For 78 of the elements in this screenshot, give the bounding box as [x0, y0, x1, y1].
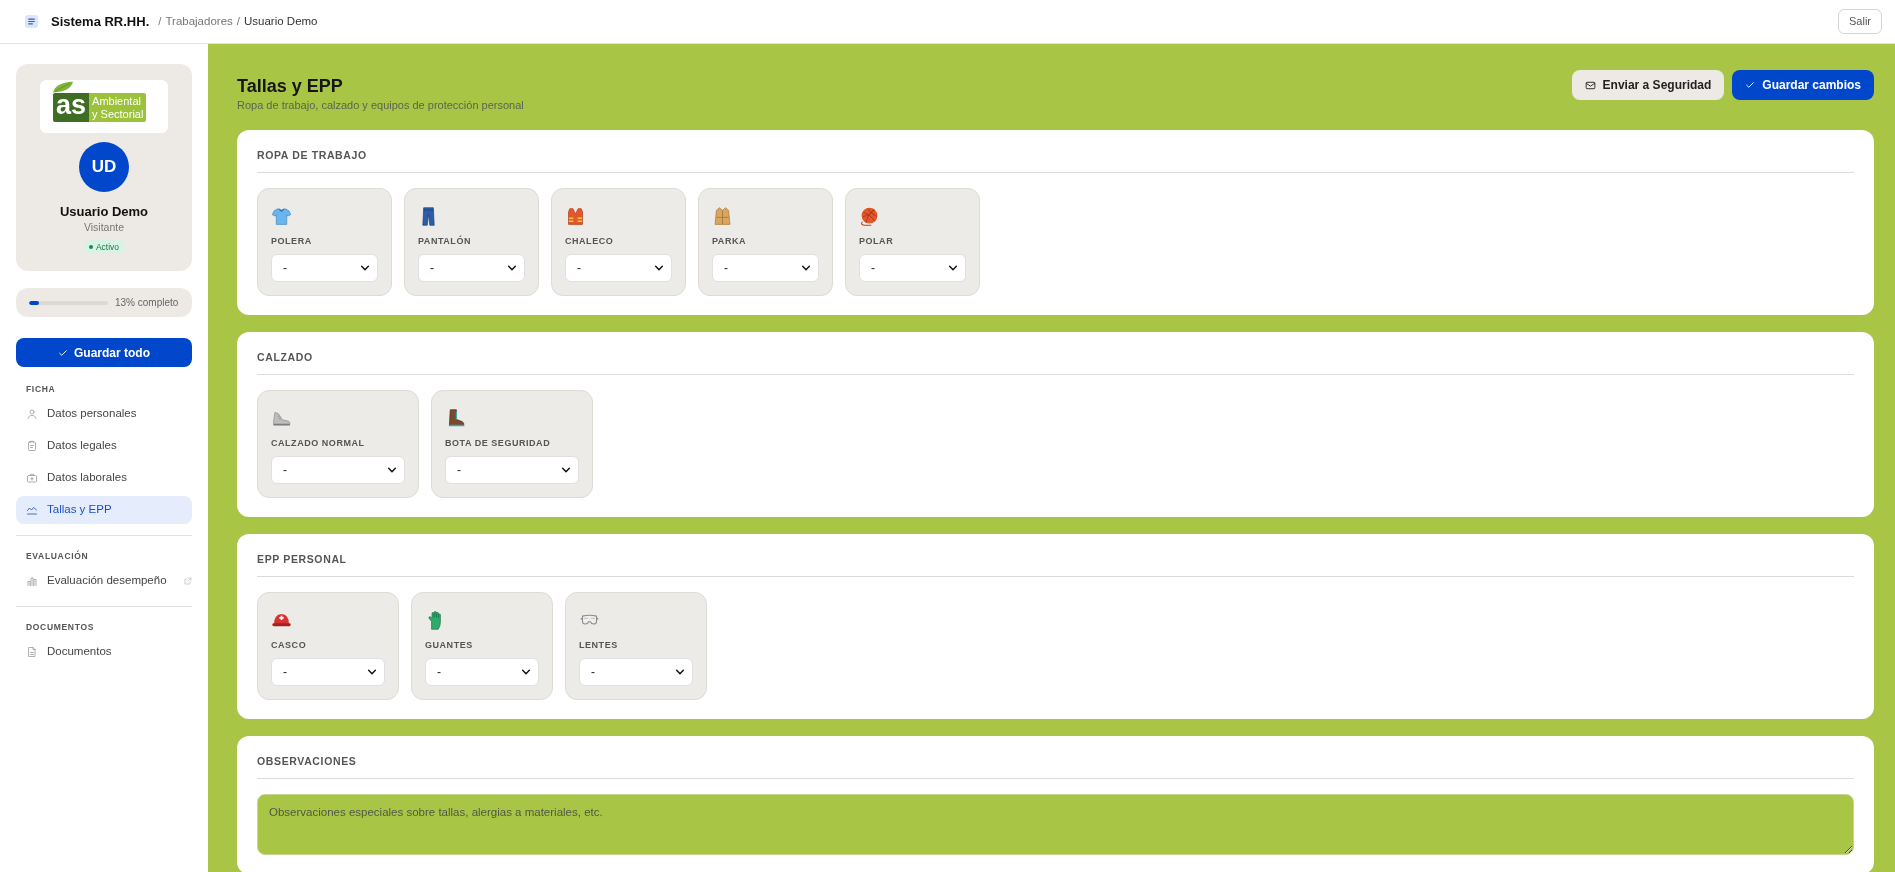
send-button[interactable]: Enviar a Seguridad	[1571, 70, 1725, 100]
nav-item[interactable]: Tallas y EPP	[16, 496, 192, 524]
mail-icon	[1584, 79, 1596, 91]
briefcase-icon	[26, 472, 38, 484]
breadcrumb-separator: /	[158, 13, 162, 29]
item-label: PANTALÓN	[418, 236, 472, 247]
status-label: Activo	[95, 242, 120, 252]
menu-icon[interactable]	[25, 15, 38, 28]
line-chart-icon	[26, 504, 38, 516]
logout-button[interactable]: Salir	[1838, 9, 1882, 34]
item-label: CALZADO NORMAL	[271, 438, 366, 449]
chevron-down-icon	[948, 263, 958, 273]
size-select[interactable]: -	[271, 658, 385, 686]
chevron-down-icon	[360, 263, 370, 273]
section-heading: OBSERVACIONES	[257, 754, 358, 768]
size-select[interactable]: -	[712, 254, 819, 282]
section-heading: ROPA DE TRABAJO	[257, 148, 368, 162]
chevron-down-icon	[507, 263, 517, 273]
size-select[interactable]: -	[859, 254, 966, 282]
progress-label: 13% completo	[115, 296, 179, 310]
chevron-down-icon	[367, 667, 377, 677]
size-select[interactable]: -	[271, 254, 378, 282]
page-title: Tallas y EPP	[237, 75, 343, 97]
item-label: BOTA DE SEGURIDAD	[445, 438, 552, 449]
document-icon	[26, 646, 38, 658]
section-heading: EPP PERSONAL	[257, 552, 348, 566]
bar-chart-icon	[26, 575, 38, 587]
coat-icon	[712, 206, 733, 227]
clipboard-icon	[26, 440, 38, 452]
item-label: CASCO	[271, 640, 308, 651]
chevron-down-icon	[387, 465, 397, 475]
chevron-down-icon	[654, 263, 664, 273]
notes-field[interactable]: Observaciones especiales sobre tallas, alergias a materiales, etc.	[257, 794, 1854, 855]
item-label: PARKA	[712, 236, 748, 247]
logo-wordmark: Ambiental y Sectorial	[89, 93, 147, 122]
nav-item[interactable]: Datos laborales	[16, 464, 192, 492]
avatar: UD	[79, 142, 129, 192]
size-select[interactable]: -	[425, 658, 539, 686]
check-icon	[58, 347, 68, 358]
item-label: POLERA	[271, 236, 313, 247]
chevron-down-icon	[521, 667, 531, 677]
user-name: Usuario Demo	[59, 203, 149, 220]
nav-item[interactable]: Evaluación desempeño	[16, 567, 192, 595]
leaf-icon	[52, 81, 74, 93]
app-title: Sistema RR.HH.	[51, 12, 150, 31]
size-select[interactable]: -	[271, 456, 405, 484]
breadcrumb-link[interactable]: Trabajadores	[165, 12, 233, 31]
chevron-down-icon	[561, 465, 571, 475]
nav-item[interactable]: Documentos	[16, 638, 192, 666]
breadcrumb-current: Usuario Demo	[244, 13, 318, 29]
chevron-down-icon	[801, 263, 811, 273]
size-select[interactable]: -	[418, 254, 525, 282]
safety-vest-icon	[565, 206, 586, 227]
person-icon	[26, 408, 38, 420]
save-button[interactable]: Guardar cambios	[1732, 70, 1874, 100]
nav-item[interactable]: Datos legales	[16, 432, 192, 460]
item-label: CHALECO	[565, 236, 615, 247]
item-label: GUANTES	[425, 640, 474, 651]
nav-section-heading: EVALUACIÓN	[25, 551, 90, 561]
status-dot-icon	[88, 245, 93, 249]
nav-item[interactable]: Datos personales	[16, 400, 192, 428]
item-label: POLAR	[859, 236, 895, 247]
breadcrumb-separator: /	[236, 13, 240, 29]
user-role: Visitante	[83, 221, 125, 234]
shirt-icon	[271, 206, 292, 227]
nav-section-heading: DOCUMENTOS	[25, 622, 96, 632]
logo-mark: as	[53, 93, 90, 122]
size-select[interactable]: -	[579, 658, 693, 686]
yarn-ball-icon	[859, 206, 880, 227]
size-select[interactable]: -	[445, 456, 579, 484]
page-subtitle: Ropa de trabajo, calzado y equipos de protección personal	[237, 98, 524, 112]
size-select[interactable]: -	[565, 254, 672, 282]
save-all-button[interactable]: Guardar todo	[16, 338, 192, 367]
nav-section-heading: FICHA	[25, 384, 57, 394]
section-heading: CALZADO	[257, 350, 314, 364]
chevron-down-icon	[675, 667, 685, 677]
item-label: LENTES	[579, 640, 619, 651]
check-icon	[1745, 80, 1756, 90]
